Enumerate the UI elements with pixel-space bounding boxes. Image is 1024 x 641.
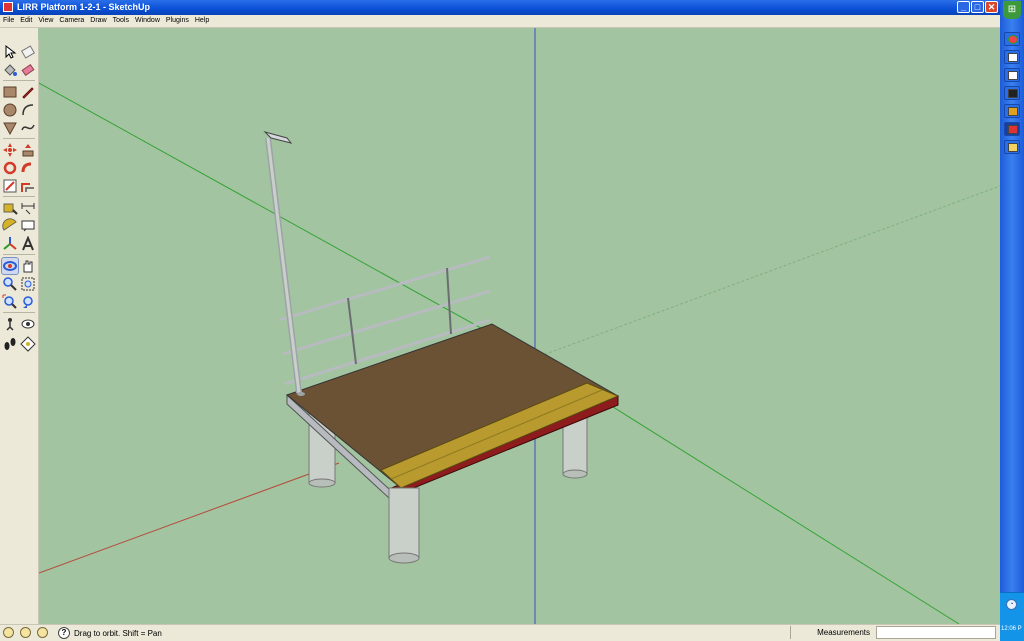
menu-draw[interactable]: Draw xyxy=(87,15,109,24)
zoom-window-icon[interactable] xyxy=(20,276,36,292)
status-message: Drag to orbit. Shift = Pan xyxy=(74,629,162,638)
dimension-icon[interactable] xyxy=(20,200,36,216)
taskbar-folder-icon[interactable] xyxy=(1004,140,1020,154)
start-button[interactable]: ⊞ xyxy=(1003,1,1021,19)
menu-file[interactable]: File xyxy=(0,15,17,24)
circle-icon[interactable] xyxy=(2,102,18,118)
move-icon[interactable] xyxy=(2,142,18,158)
title-bar: LIRR Platform 1-2-1 - SketchUp _ □ ✕ xyxy=(0,0,1000,15)
select-icon[interactable] xyxy=(2,44,18,60)
taskbar-window-icon-2[interactable] xyxy=(1004,68,1020,82)
paint-bucket-icon[interactable] xyxy=(2,62,18,78)
geo-location-icon[interactable] xyxy=(3,627,14,638)
clock[interactable]: 12:06 P xyxy=(1001,626,1022,632)
look-around-icon[interactable] xyxy=(20,316,36,332)
walk-icon[interactable] xyxy=(2,336,18,352)
position-camera-icon[interactable] xyxy=(2,316,18,332)
menu-window[interactable]: Window xyxy=(132,15,163,24)
taskbar-app-icon[interactable] xyxy=(1004,104,1020,118)
section-plane-icon[interactable] xyxy=(20,336,36,352)
menu-bar: File Edit View Camera Draw Tools Window Plugins… xyxy=(0,15,1000,28)
taskbar-terminal-icon[interactable] xyxy=(1004,86,1020,100)
pan-icon[interactable] xyxy=(20,258,36,274)
close-button[interactable]: ✕ xyxy=(985,1,998,13)
system-tray: ◔ 12:06 P xyxy=(1000,592,1024,641)
red-axis xyxy=(39,462,340,574)
model-viewport[interactable] xyxy=(39,28,1000,624)
large-tool-set xyxy=(0,40,39,624)
freehand-icon[interactable] xyxy=(20,120,36,136)
protractor-icon[interactable] xyxy=(2,218,18,234)
minimize-button[interactable]: _ xyxy=(957,1,970,13)
polygon-icon[interactable] xyxy=(2,120,18,136)
rotate-icon[interactable] xyxy=(2,160,18,176)
axes-icon[interactable] xyxy=(2,236,18,252)
pencil-icon[interactable] xyxy=(20,84,36,100)
orbit-icon[interactable] xyxy=(1,257,19,275)
help-icon[interactable]: ? xyxy=(58,627,70,639)
push-pull-icon[interactable] xyxy=(20,142,36,158)
sketchup-app-icon[interactable] xyxy=(3,2,13,12)
menu-help[interactable]: Help xyxy=(192,15,212,24)
arc-icon[interactable] xyxy=(20,102,36,118)
measurements-input[interactable] xyxy=(876,626,996,639)
model-canvas[interactable] xyxy=(39,28,1000,624)
eraser-icon[interactable] xyxy=(20,44,36,60)
credits-icon[interactable] xyxy=(20,627,31,638)
3d-text-icon[interactable] xyxy=(20,236,36,252)
tape-measure-icon[interactable] xyxy=(2,200,18,216)
menu-view[interactable]: View xyxy=(35,15,56,24)
window-title: LIRR Platform 1-2-1 - SketchUp xyxy=(17,2,151,12)
previous-view-icon[interactable] xyxy=(20,294,36,310)
network-icon[interactable]: ◔ xyxy=(1006,599,1017,610)
menu-edit[interactable]: Edit xyxy=(17,15,35,24)
taskbar-window-icon[interactable] xyxy=(1004,50,1020,64)
maximize-button[interactable]: □ xyxy=(971,1,984,13)
red-axis-dotted xyxy=(534,185,1000,359)
zoom-icon[interactable] xyxy=(2,276,18,292)
offset-icon[interactable] xyxy=(20,178,36,194)
scale-icon[interactable] xyxy=(2,178,18,194)
taskbar: ⊞ ◔ 12:06 P xyxy=(1000,0,1024,641)
menu-camera[interactable]: Camera xyxy=(56,15,87,24)
menu-plugins[interactable]: Plugins xyxy=(163,15,192,24)
status-bar: ? Drag to orbit. Shift = Pan Measurement… xyxy=(0,624,1000,641)
taskbar-chrome-icon[interactable] xyxy=(1004,32,1020,46)
taskbar-sketchup-icon[interactable] xyxy=(1004,122,1020,136)
rectangle-icon[interactable] xyxy=(2,84,18,100)
measurements-label: Measurements xyxy=(790,626,874,639)
text-icon[interactable] xyxy=(20,218,36,234)
follow-me-icon[interactable] xyxy=(20,160,36,176)
menu-tools[interactable]: Tools xyxy=(110,15,132,24)
toolbar-header xyxy=(0,28,38,40)
user-icon[interactable] xyxy=(37,627,48,638)
eraser-alt-icon[interactable] xyxy=(20,62,36,78)
platform-pier-front xyxy=(388,487,420,564)
zoom-extents-icon[interactable] xyxy=(2,294,18,310)
lamp-post xyxy=(263,131,305,396)
